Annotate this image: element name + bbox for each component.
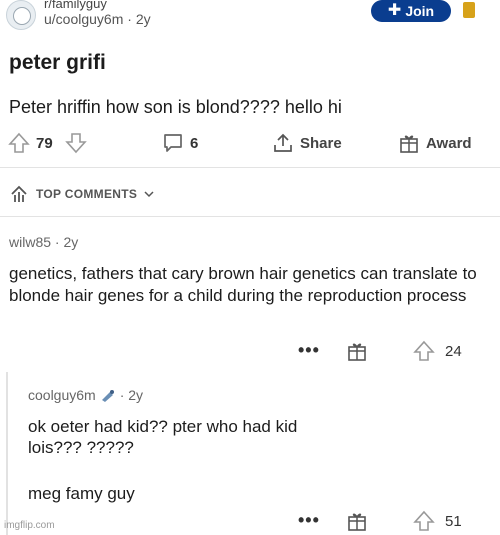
comment-action-bar: ••• 24 [0, 340, 500, 364]
comment-text: genetics, fathers that cary brown hair g… [9, 264, 477, 305]
comments-button[interactable]: 6 [162, 132, 198, 154]
more-options-icon[interactable]: ••• [298, 340, 320, 361]
post-body: Peter hriffin how son is blond???? hello… [9, 97, 342, 117]
share-button[interactable]: Share [272, 132, 342, 154]
share-icon [274, 133, 292, 152]
comment-text-line: lois??? ????? [28, 438, 134, 457]
upvote-icon[interactable] [413, 340, 435, 362]
comment-vote-count: 24 [445, 343, 462, 360]
award-button[interactable]: Award [398, 132, 472, 154]
comment-meta: wilw85 · 2y [9, 234, 78, 250]
post-author[interactable]: u/coolguy6m [44, 11, 123, 27]
post-action-bar: 79 6 Share Award [0, 132, 500, 158]
comment-meta: coolguy6m · 2y [28, 387, 143, 403]
vote-group: 79 [8, 132, 87, 154]
comment-vote-count: 51 [445, 513, 462, 530]
subreddit-avatar[interactable] [6, 0, 36, 30]
share-label: Share [300, 134, 342, 152]
gift-icon [400, 135, 418, 153]
divider [0, 216, 500, 217]
comment-text-line: meg famy guy [28, 484, 135, 503]
chevron-down-icon [144, 191, 154, 198]
post-author-line: u/coolguy6m · 2y [44, 11, 151, 27]
comment-count: 6 [190, 134, 199, 152]
upvote-count: 79 [36, 134, 53, 152]
sort-top-icon [11, 185, 27, 202]
post-title: peter grifi [9, 51, 106, 74]
divider [0, 167, 500, 168]
watermark: imgflip.com [4, 520, 55, 531]
comment-sort-dropdown[interactable]: TOP COMMENTS [9, 184, 154, 204]
comment-action-bar: ••• 51 [0, 510, 500, 534]
gift-icon[interactable] [346, 340, 368, 362]
post-header: r/familyguy u/coolguy6m · 2y ✚ Join [0, 0, 500, 36]
post-age: · 2y [127, 11, 151, 27]
subreddit-name[interactable]: r/familyguy [44, 0, 107, 11]
comment-age: · 2y [54, 234, 79, 250]
comment-text-line: ok oeter had kid?? pter who had kid [28, 417, 298, 436]
gift-icon[interactable] [346, 510, 368, 532]
downvote-icon[interactable] [64, 132, 87, 154]
avatar-face-icon [13, 7, 31, 25]
notification-bell-icon[interactable] [463, 2, 475, 18]
op-badge-icon [101, 390, 114, 402]
more-options-icon[interactable]: ••• [298, 510, 320, 531]
sort-label: TOP COMMENTS [36, 187, 138, 201]
join-label: Join [405, 3, 435, 19]
comment-icon [164, 134, 182, 152]
join-button[interactable]: ✚ Join [371, 0, 451, 22]
comment-age: · 2y [119, 387, 144, 403]
comment-author[interactable]: wilw85 [9, 234, 51, 250]
upvote-icon[interactable] [413, 510, 435, 532]
upvote-icon[interactable] [8, 132, 30, 154]
award-label: Award [426, 134, 472, 152]
comment-author[interactable]: coolguy6m [28, 387, 96, 403]
comment-text: ok oeter had kid?? pter who had kid lois… [28, 416, 478, 458]
plus-icon: ✚ [387, 2, 402, 19]
